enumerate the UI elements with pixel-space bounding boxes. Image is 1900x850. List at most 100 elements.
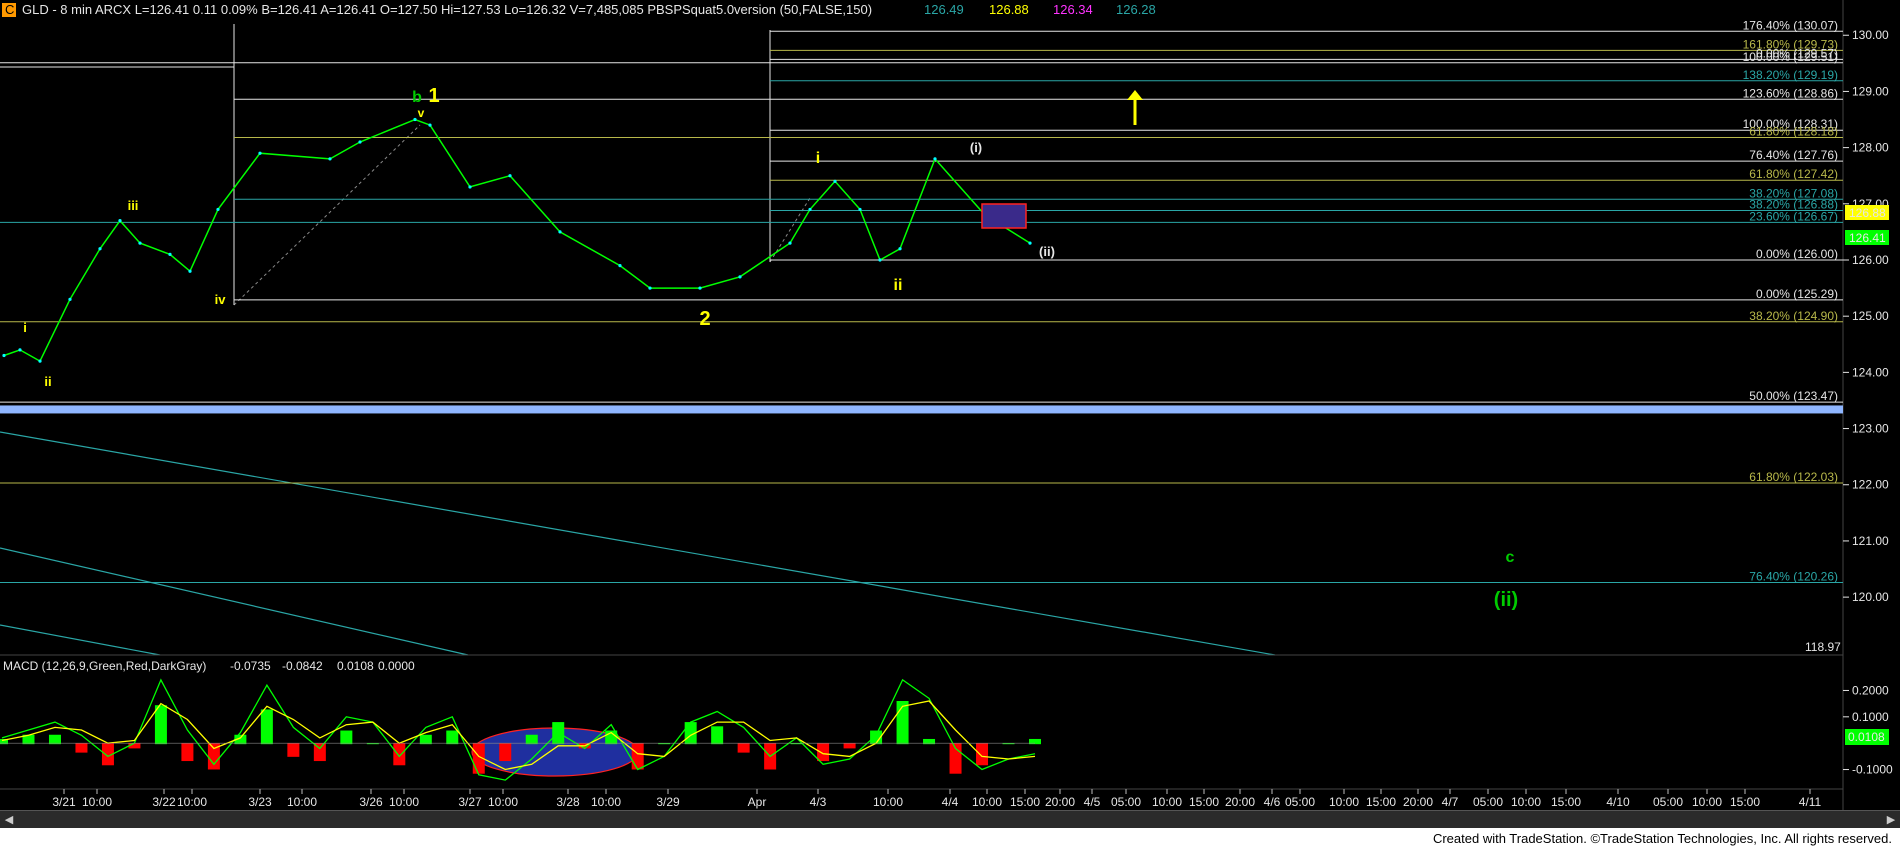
price-point <box>738 275 742 279</box>
x-tick-label: 10:00 <box>1511 795 1541 809</box>
price-point <box>413 117 417 122</box>
macd-hist-bar <box>154 705 167 745</box>
x-tick-label: 10:00 <box>1692 795 1722 809</box>
wave-label: 2 <box>699 308 710 330</box>
macd-hist-bar <box>896 701 909 745</box>
scroll-left-icon[interactable]: ◀ <box>2 813 16 827</box>
x-tick-label: 10:00 <box>1152 795 1182 809</box>
wave-labels: iiiiiiivvb 12iii(i)(ii)c(ii) <box>23 85 1518 611</box>
scroll-right-icon[interactable]: ▶ <box>1884 813 1898 827</box>
fib-label: 61.80% (128.18) <box>1749 125 1838 139</box>
wave-label: i <box>23 320 27 335</box>
blue-band <box>0 405 1843 414</box>
wave-label: v <box>418 106 425 120</box>
x-tick-label: 4/4 <box>942 795 959 809</box>
horizontal-scrollbar[interactable]: ◀ ▶ <box>0 810 1900 829</box>
x-tick-label: 4/6 <box>1264 795 1281 809</box>
x-tick-label: 3/29 <box>656 795 680 809</box>
price-point <box>2 353 6 358</box>
up-arrow <box>1127 90 1143 125</box>
x-tick-label: 3/21 <box>52 795 76 809</box>
wave-label: (ii) <box>1494 589 1518 611</box>
x-tick-label: 15:00 <box>1730 795 1760 809</box>
macd-y-tick-label: 0.1000 <box>1852 710 1889 724</box>
macd-hist-bar <box>631 743 644 770</box>
fib-label: 61.80% (127.42) <box>1749 167 1838 181</box>
macd-hist-bar <box>181 743 194 762</box>
fib-label: 61.80% (122.03) <box>1749 470 1838 484</box>
macd-pane: MACD (12,26,9,Green,Red,DarkGray) -0.073… <box>0 654 1893 781</box>
y-tick-label: 120.00 <box>1852 590 1889 604</box>
fib-lines <box>0 30 1843 584</box>
macd-hist-bar <box>737 743 750 753</box>
trend-line <box>0 624 161 656</box>
x-tick-label: 3/22 <box>152 795 176 809</box>
symbol-badge: C <box>5 2 14 17</box>
macd-value-2: -0.0842 <box>282 659 323 673</box>
x-tick-label: 10:00 <box>972 795 1002 809</box>
price-point <box>38 359 42 363</box>
fib-label: 0.00% (129.57) <box>1756 46 1838 60</box>
x-tick-label: 20:00 <box>1045 795 1075 809</box>
price-point <box>558 230 562 234</box>
price-point <box>118 219 122 223</box>
price-point <box>216 207 220 212</box>
fib-label: 0.00% (126.00) <box>1756 247 1838 261</box>
macd-y-axis: 0.2000 0.1000 -0.1000 <box>0 683 1893 777</box>
trend-line <box>0 431 1276 656</box>
price-point <box>933 157 937 161</box>
fib-label: 38.20% (124.90) <box>1749 309 1838 323</box>
price-point <box>808 207 812 212</box>
x-tick-label: Apr <box>748 795 767 809</box>
x-tick-label: 4/7 <box>1442 795 1459 809</box>
price-point <box>698 286 702 290</box>
price-point <box>328 157 332 161</box>
macd-hist-bar <box>711 726 724 745</box>
price-point <box>788 241 792 245</box>
price-point <box>18 348 22 352</box>
wave-label: b <box>412 89 422 106</box>
x-tick-label: 05:00 <box>1653 795 1683 809</box>
y-tick-label: 124.00 <box>1852 365 1889 379</box>
macd-hist-bar <box>976 743 989 766</box>
macd-y-tick-label: -0.1000 <box>1852 763 1893 777</box>
price-line <box>3 118 1031 363</box>
wave-label: iii <box>128 198 139 213</box>
x-tick-label: 20:00 <box>1225 795 1255 809</box>
x-tick-label: 4/11 <box>1799 795 1822 809</box>
x-tick-label: 10:00 <box>287 795 317 809</box>
x-tick-label: 10:00 <box>177 795 207 809</box>
header-ind-value-1: 126.49 <box>924 2 964 17</box>
chart-canvas: C GLD - 8 min ARCX L=126.41 0.11 0.09% B… <box>0 0 1893 810</box>
fib-label: 76.40% (127.76) <box>1749 148 1838 162</box>
blue-band-rect <box>0 405 1843 414</box>
price-tag-label: 126.41 <box>1849 231 1886 245</box>
header-ind-value-4: 126.28 <box>1116 2 1156 17</box>
price-tags: 126.88 126.41 <box>1845 205 1889 245</box>
macd-hist-bar <box>287 743 300 757</box>
x-tick-label: 05:00 <box>1473 795 1503 809</box>
price-point <box>138 241 142 245</box>
price-point <box>428 123 432 127</box>
price-point <box>618 264 622 268</box>
y-tick-label: 121.00 <box>1852 534 1889 548</box>
highlight-rect <box>981 203 1027 229</box>
fib-label: 50.00% (123.47) <box>1749 389 1838 403</box>
wave-label: ii <box>44 374 51 389</box>
footer: Created with TradeStation. ©TradeStation… <box>0 828 1900 850</box>
fib-labels: 176.40% (130.07)100.00% (129.51)161.80% … <box>1743 18 1838 583</box>
wave-label: iv <box>215 292 227 307</box>
x-tick-label: 3/26 <box>359 795 383 809</box>
y-tick-label: 129.00 <box>1852 84 1889 98</box>
price-point <box>68 297 72 301</box>
y-tick-label: 126.00 <box>1852 253 1889 267</box>
header-ind-value-3: 126.34 <box>1053 2 1093 17</box>
x-tick-label: 10:00 <box>1329 795 1359 809</box>
wave-label: 1 <box>428 85 439 107</box>
price-point <box>98 247 102 251</box>
wave-label: (ii) <box>1039 244 1055 259</box>
up-arrow-icon <box>1127 90 1143 100</box>
price-y-axis: 130.00129.00128.00127.00126.00125.00124.… <box>1843 28 1889 604</box>
price-point <box>878 258 882 262</box>
x-tick-label: 15:00 <box>1010 795 1040 809</box>
